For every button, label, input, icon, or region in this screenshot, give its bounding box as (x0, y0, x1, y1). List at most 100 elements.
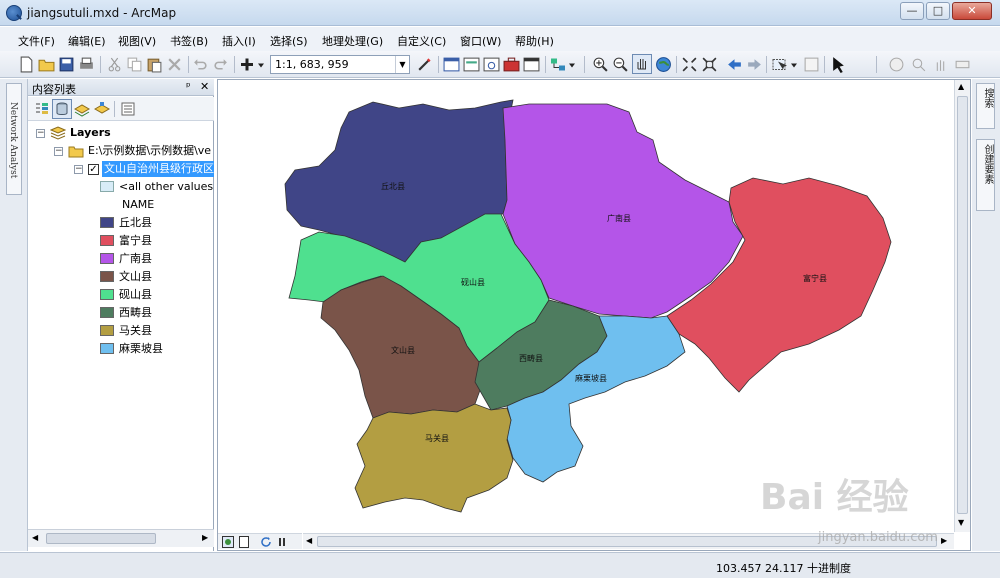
toc-title: 内容列表 (32, 83, 76, 96)
menu-geoprocessing[interactable]: 地理处理(G) (322, 33, 383, 49)
collapse-toggle[interactable]: − (54, 147, 63, 156)
county-map[interactable]: 丘北县 广南县 富宁县 砚山县 文山县 西畴县 麻栗坡县 马关县 (218, 80, 970, 532)
pin-icon[interactable]: ᵖ (186, 80, 191, 93)
collapse-toggle[interactable]: − (74, 165, 83, 174)
close-button[interactable]: ✕ (952, 2, 992, 20)
fixed-zoom-in-icon[interactable] (681, 56, 698, 73)
toc-close-icon[interactable]: ✕ (200, 80, 209, 93)
select-elements-arrow-icon[interactable] (830, 56, 847, 73)
menu-bookmarks[interactable]: 书签(B) (170, 33, 208, 49)
toolbar-separator (876, 56, 877, 73)
toc-toolbar (28, 97, 214, 121)
menu-customize[interactable]: 自定义(C) (397, 33, 446, 49)
menu-edit[interactable]: 编辑(E) (68, 33, 106, 49)
toolbar-separator (584, 56, 585, 73)
map-vertical-scrollbar[interactable]: ▲ ▼ (954, 80, 970, 532)
scroll-right-arrow-icon[interactable]: ▶ (202, 533, 208, 542)
chevron-down-icon[interactable]: ▼ (395, 56, 409, 73)
search-window-icon[interactable] (483, 56, 500, 73)
legend-all-other-values: <all other values> (28, 178, 214, 196)
identify-icon[interactable] (888, 56, 905, 73)
scroll-left-arrow-icon[interactable]: ◀ (306, 536, 312, 545)
list-by-visibility-icon[interactable] (74, 101, 90, 117)
scroll-thumb[interactable] (957, 96, 968, 514)
forward-arrow-icon[interactable] (746, 56, 763, 73)
search-tab-label: 搜索 (982, 88, 993, 108)
toolbar-separator (766, 56, 767, 73)
model-builder-icon[interactable] (550, 56, 576, 73)
copy-icon[interactable] (126, 56, 143, 73)
source-folder-row[interactable]: − E:\示例数据\示例数据\ve (28, 142, 214, 160)
toolbar-separator (234, 56, 235, 73)
scroll-down-arrow-icon[interactable]: ▼ (958, 518, 964, 527)
create-features-tab[interactable]: 创建要素 (976, 139, 995, 211)
fixed-zoom-out-icon[interactable] (701, 56, 718, 73)
data-view-icon[interactable] (222, 536, 234, 548)
measure-icon[interactable] (954, 56, 971, 73)
map-label-funing: 富宁县 (803, 273, 827, 283)
delete-icon[interactable] (166, 56, 183, 73)
menu-view[interactable]: 视图(V) (118, 33, 156, 49)
cut-icon[interactable] (106, 56, 123, 73)
options-icon[interactable] (120, 101, 136, 117)
list-by-drawing-order-icon[interactable] (34, 101, 50, 117)
pan-hand-icon[interactable] (632, 54, 652, 74)
editor-toolbar-icon[interactable] (416, 56, 433, 73)
save-icon[interactable] (58, 56, 75, 73)
scroll-thumb[interactable] (46, 533, 156, 544)
collapse-toggle[interactable]: − (36, 129, 45, 138)
open-folder-icon[interactable] (38, 56, 55, 73)
new-document-icon[interactable] (18, 56, 35, 73)
table-window-icon[interactable] (443, 56, 460, 73)
maximize-button[interactable]: □ (926, 2, 950, 20)
add-data-icon[interactable] (240, 56, 266, 73)
layout-view-icon[interactable] (238, 536, 250, 548)
list-by-source-icon[interactable] (52, 99, 72, 119)
layer-visibility-checkbox[interactable]: ✓ (88, 164, 99, 175)
search-tab[interactable]: 搜索 (976, 83, 995, 129)
refresh-icon[interactable] (260, 536, 272, 548)
list-by-selection-icon[interactable] (94, 101, 110, 117)
scroll-left-arrow-icon[interactable]: ◀ (32, 533, 38, 542)
zoom-in-icon[interactable] (592, 56, 609, 73)
window-title: jiangsutuli.mxd - ArcMap (27, 6, 177, 20)
scroll-up-arrow-icon[interactable]: ▲ (958, 82, 964, 91)
legend-item: 西畴县 (28, 304, 214, 322)
menu-help[interactable]: 帮助(H) (515, 33, 554, 49)
menu-insert[interactable]: 插入(I) (222, 33, 256, 49)
zoom-out-icon[interactable] (612, 56, 629, 73)
select-features-icon[interactable] (772, 56, 798, 73)
undo-icon[interactable] (192, 56, 209, 73)
redo-icon[interactable] (212, 56, 229, 73)
back-arrow-icon[interactable] (726, 56, 743, 73)
paste-icon[interactable] (146, 56, 163, 73)
full-extent-globe-icon[interactable] (655, 56, 672, 73)
layers-stack-icon (50, 126, 66, 140)
print-icon[interactable] (78, 56, 95, 73)
menu-file[interactable]: 文件(F) (18, 33, 55, 49)
menu-selection[interactable]: 选择(S) (270, 33, 308, 49)
right-dock-strip: 搜索 创建要素 (972, 79, 1000, 551)
legend-swatch (100, 217, 114, 228)
layers-dataframe-row[interactable]: − Layers (28, 124, 214, 142)
toolbar-separator (100, 56, 101, 73)
scroll-right-arrow-icon[interactable]: ▶ (941, 536, 947, 545)
toc-horizontal-scrollbar[interactable]: ◀ ▶ (28, 529, 214, 547)
find-icon[interactable] (910, 56, 927, 73)
legend-label: 西畴县 (119, 306, 152, 319)
layer-row[interactable]: − ✓ 文山自治州县级行政区 (28, 160, 214, 178)
menu-windows[interactable]: 窗口(W) (460, 33, 501, 49)
minimize-button[interactable]: — (900, 2, 924, 20)
catalog-window-icon[interactable] (463, 56, 480, 73)
python-window-icon[interactable] (523, 56, 540, 73)
clear-selection-icon[interactable] (803, 56, 820, 73)
map-view-tools (218, 533, 302, 549)
hyperlink-hand-icon[interactable] (932, 56, 949, 73)
legend-item: 文山县 (28, 268, 214, 286)
network-analyst-tab[interactable]: Network Analyst (6, 83, 22, 195)
pause-drawing-icon[interactable] (276, 536, 288, 548)
arctoolbox-icon[interactable] (503, 56, 520, 73)
map-scale-combobox[interactable]: 1:1, 683, 959 ▼ (270, 55, 410, 74)
county-maguan[interactable] (354, 403, 514, 513)
layer-name-selected[interactable]: 文山自治州县级行政区 (102, 161, 214, 177)
